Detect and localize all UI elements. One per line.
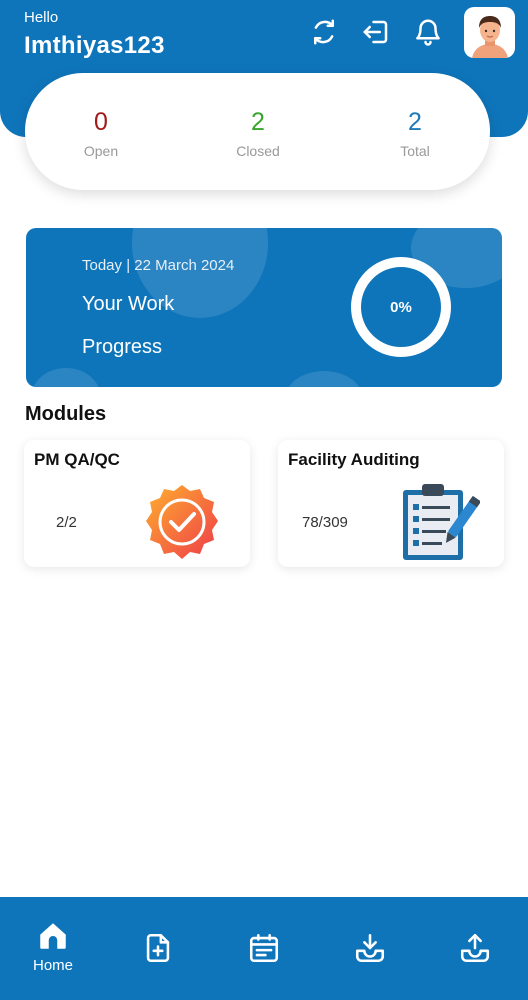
work-progress-card: Today | 22 March 2024 Your Work Progress… xyxy=(26,228,502,387)
stat-open[interactable]: 0 Open xyxy=(41,73,161,159)
avatar-person-icon xyxy=(471,16,508,58)
decor-bubble xyxy=(284,371,364,387)
progress-percent: 0% xyxy=(390,298,412,316)
nav-download[interactable] xyxy=(320,897,420,1000)
decor-bubble xyxy=(31,368,101,387)
nav-add-document[interactable] xyxy=(108,897,208,1000)
upload-tray-icon xyxy=(460,933,490,963)
module-title: PM QA/QC xyxy=(34,450,120,469)
nav-home-label: Home xyxy=(32,957,73,974)
logout-icon[interactable] xyxy=(358,14,394,50)
nav-home[interactable]: Home xyxy=(3,897,103,1000)
add-document-icon xyxy=(146,933,170,963)
module-count: 78/309 xyxy=(302,514,348,531)
greeting-text: Hello xyxy=(24,9,59,26)
stat-closed-label: Closed xyxy=(236,143,280,159)
module-card-facility-auditing[interactable]: Facility Auditing 78/309 xyxy=(278,440,504,567)
bottom-navigation: Home xyxy=(0,897,528,1000)
user-avatar[interactable] xyxy=(464,7,515,58)
username-text: Imthiyas123 xyxy=(24,32,165,59)
stat-closed-value: 2 xyxy=(251,108,265,136)
download-tray-icon xyxy=(355,933,385,963)
refresh-icon[interactable] xyxy=(306,14,342,50)
bell-icon[interactable] xyxy=(410,14,446,50)
module-title: Facility Auditing xyxy=(288,450,420,469)
progress-date: Today | 22 March 2024 xyxy=(82,257,235,274)
progress-ring: 0% xyxy=(351,257,451,357)
module-card-pm-qaqc[interactable]: PM QA/QC 2/2 xyxy=(24,440,250,567)
stat-open-label: Open xyxy=(83,143,119,159)
stat-total[interactable]: 2 Total xyxy=(355,73,475,159)
clipboard-pen-icon xyxy=(403,484,480,560)
stat-total-label: Total xyxy=(400,143,430,159)
stat-total-value: 2 xyxy=(408,108,422,136)
badge-check-icon xyxy=(146,485,218,559)
calendar-icon xyxy=(249,933,279,963)
modules-heading: Modules xyxy=(25,403,107,425)
home-icon xyxy=(40,923,66,949)
nav-calendar[interactable] xyxy=(214,897,314,1000)
stat-closed[interactable]: 2 Closed xyxy=(198,73,318,159)
nav-upload[interactable] xyxy=(425,897,525,1000)
module-count: 2/2 xyxy=(56,514,77,531)
stat-open-value: 0 xyxy=(94,108,108,136)
ticket-stats-card: 0 Open 2 Closed 2 Total xyxy=(25,73,490,190)
progress-title-line2: Progress xyxy=(82,336,163,358)
progress-title-line1: Your Work xyxy=(82,293,175,315)
